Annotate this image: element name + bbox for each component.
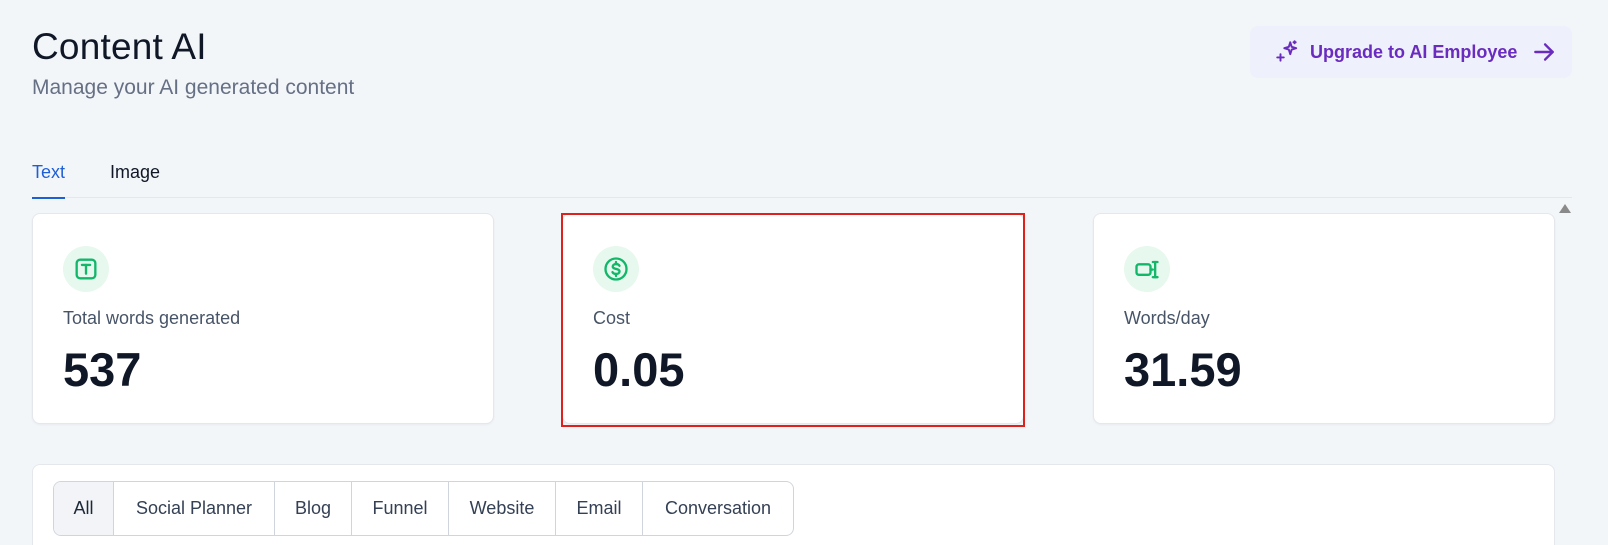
scrollbar[interactable] [1556,200,1572,545]
stat-value: 0.05 [593,343,685,396]
filter-panel: All Social Planner Blog Funnel Website E… [32,464,1555,545]
stat-label: Words/day [1124,308,1210,328]
stat-card-cost: Cost 0.05 [562,213,1024,424]
stat-value: 537 [63,343,142,396]
stat-label: Cost [593,308,631,328]
words-per-day-icon [1124,246,1170,292]
filter-blog[interactable]: Blog [275,482,352,535]
filter-funnel[interactable]: Funnel [352,482,449,535]
upgrade-to-ai-employee-button[interactable]: Upgrade to AI Employee [1250,26,1572,78]
content-ai-page: Content AI Manage your AI generated cont… [0,0,1608,545]
stat-card-total-words: Total words generated 537 [32,213,494,424]
content-type-tabs: Text Image [32,152,1572,199]
dollar-circle-icon [593,246,639,292]
filter-website[interactable]: Website [449,482,556,535]
stat-value: 31.59 [1124,343,1242,396]
filter-social-planner[interactable]: Social Planner [114,482,275,535]
page-title: Content AI [32,26,207,67]
page-subtitle: Manage your AI generated content [32,76,355,99]
sparkle-icon [1276,40,1298,62]
scroll-up-arrow-icon[interactable] [1559,204,1571,213]
source-filter-group: All Social Planner Blog Funnel Website E… [53,481,794,536]
stat-card-words-per-day: Words/day 31.59 [1093,213,1555,424]
filter-all[interactable]: All [54,482,114,535]
tab-text[interactable]: Text [32,162,66,199]
upgrade-button-label: Upgrade to AI Employee [1310,41,1518,62]
filter-conversation[interactable]: Conversation [643,482,793,535]
arrow-right-icon [1534,43,1555,61]
stat-label: Total words generated [63,308,241,328]
filter-email[interactable]: Email [556,482,643,535]
tab-image[interactable]: Image [110,162,160,197]
text-box-icon [63,246,109,292]
